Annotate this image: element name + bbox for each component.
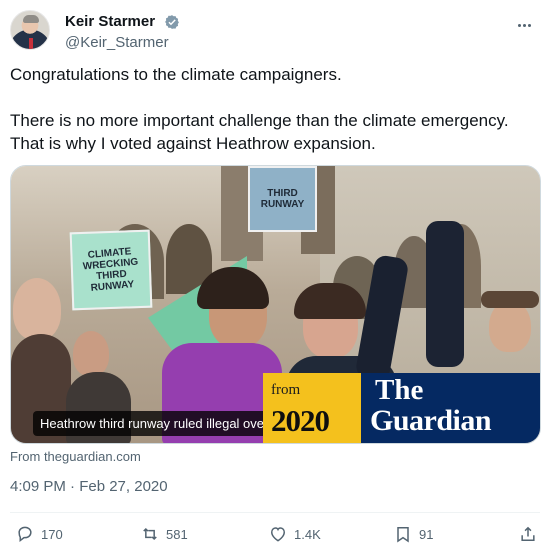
retweet-count: 581: [166, 526, 188, 542]
protester-hat: [481, 291, 539, 308]
bookmark-count: 91: [419, 526, 434, 542]
actions-divider: [10, 512, 540, 513]
like-count: 1.4K: [294, 526, 321, 542]
banner-year-label: 2020: [271, 403, 330, 438]
bookmark-icon: [397, 527, 409, 543]
tweet-text: Congratulations to the climate campaigne…: [10, 63, 540, 178]
reply-button[interactable]: 170: [15, 522, 63, 546]
tweet-timestamp[interactable]: 4:09 PM · Feb 27, 2020: [10, 478, 168, 495]
tweet-paragraph: There is no more important challenge tha…: [10, 111, 509, 153]
tweet-actions: 170 581 1.4K 91: [10, 522, 540, 546]
retweet-icon: [143, 527, 157, 541]
more-options-icon[interactable]: [512, 15, 536, 35]
banner-from-label: from: [271, 382, 301, 398]
avatar-tie: [29, 38, 33, 49]
raised-arm: [426, 221, 464, 367]
reply-icon: [18, 526, 32, 543]
author-avatar[interactable]: [10, 10, 50, 50]
avatar-hair: [23, 15, 39, 23]
author-handle[interactable]: @Keir_Starmer: [65, 33, 180, 53]
guardian-logo-the: The: [375, 374, 424, 406]
author-info[interactable]: Keir Starmer @Keir_Starmer: [65, 12, 180, 53]
protester-head: [73, 331, 109, 376]
link-source[interactable]: From theguardian.com: [10, 449, 141, 464]
bookmark-button[interactable]: 91: [393, 522, 433, 546]
protester-head: [13, 278, 61, 340]
like-button[interactable]: 1.4K: [268, 522, 321, 546]
tweet-header: Keir Starmer @Keir_Starmer: [10, 10, 540, 52]
reply-count: 170: [41, 526, 63, 542]
card-photo: CLIMATE WRECKING THIRD RUNWAY THIRD RUNW…: [11, 166, 540, 443]
verified-badge-icon: [164, 14, 180, 30]
share-button[interactable]: [518, 522, 538, 546]
author-display-name[interactable]: Keir Starmer: [65, 12, 155, 32]
share-icon: [521, 526, 535, 541]
tweet-paragraph: Congratulations to the climate campaigne…: [10, 65, 342, 84]
guardian-logo-name: Guardian: [370, 404, 492, 437]
link-card[interactable]: CLIMATE WRECKING THIRD RUNWAY THIRD RUNW…: [10, 165, 541, 444]
heart-icon: [270, 527, 286, 542]
protest-placard: CLIMATE WRECKING THIRD RUNWAY: [69, 229, 153, 311]
guardian-logo: The Guardian: [361, 373, 540, 443]
protest-placard: THIRD RUNWAY: [248, 166, 317, 232]
guardian-from-badge: from 2020: [263, 373, 361, 443]
retweet-button[interactable]: 581: [140, 522, 188, 546]
